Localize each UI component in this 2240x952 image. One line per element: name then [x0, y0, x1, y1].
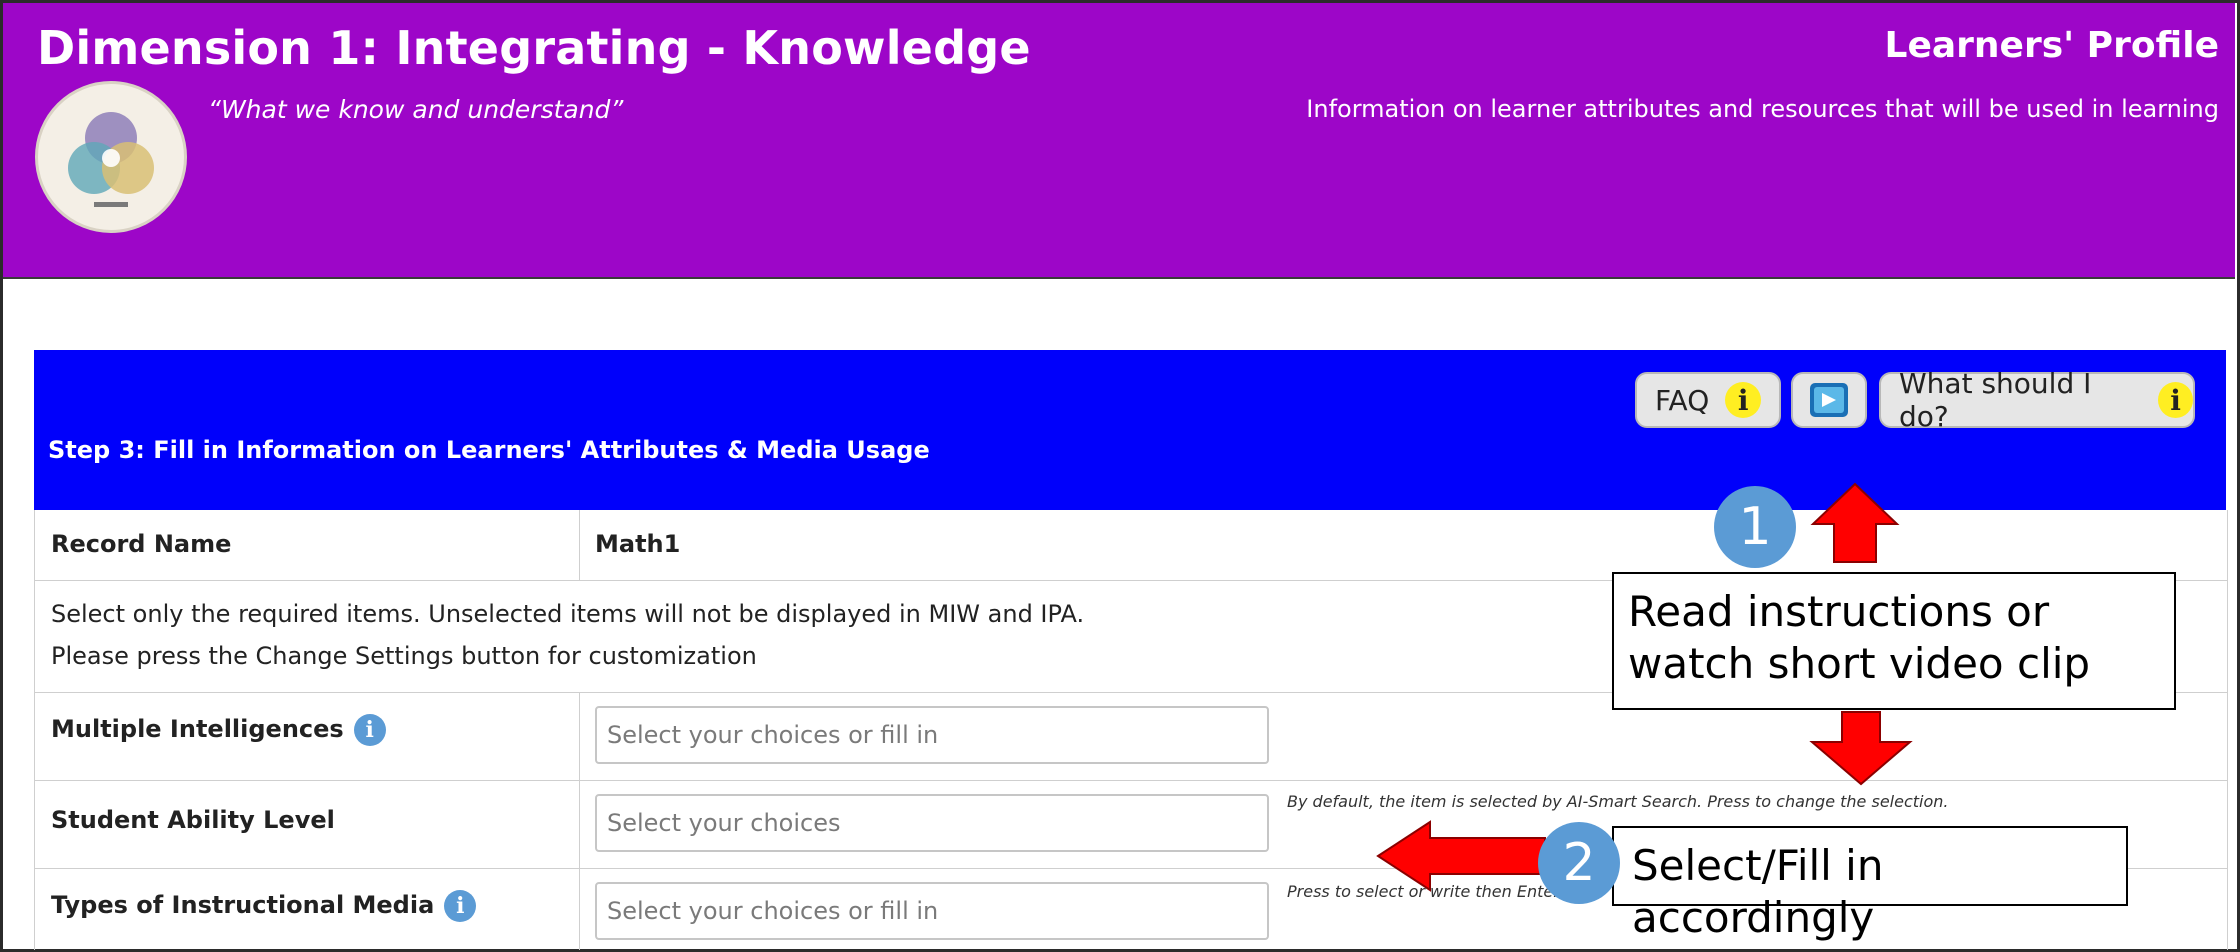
multiple-intelligences-label: Multiple Intelligences i [51, 714, 386, 746]
column-divider [579, 692, 580, 780]
student-ability-label: Student Ability Level [51, 806, 335, 834]
instruction-note-line1: Select only the required items. Unselect… [51, 600, 1085, 628]
faq-button[interactable]: FAQ i [1635, 372, 1781, 428]
tagline: “What we know and understand” [208, 95, 624, 124]
callout-read-instructions: Read instructions or watch short video c… [1612, 572, 2176, 710]
record-name-label: Record Name [51, 530, 232, 558]
what-should-i-do-button[interactable]: What should I do? i [1879, 367, 2195, 433]
video-button[interactable] [1791, 372, 1867, 428]
column-divider [579, 780, 580, 868]
student-ability-hint: By default, the item is selected by AI-S… [1287, 792, 1949, 811]
dimension-title: Dimension 1: Integrating - Knowledge [37, 21, 1031, 75]
profile-title: Learners' Profile [1884, 25, 2220, 66]
record-name-row: Record Name Math1 [35, 510, 2227, 581]
multiple-intelligences-input[interactable] [595, 706, 1269, 764]
header-banner: Dimension 1: Integrating - Knowledge “Wh… [3, 3, 2235, 279]
column-divider [579, 868, 580, 950]
info-icon[interactable]: i [444, 890, 477, 922]
instructional-media-text: Types of Instructional Media [51, 891, 435, 919]
student-ability-input[interactable] [595, 794, 1269, 852]
profile-subtitle: Information on learner attributes and re… [1306, 95, 2219, 123]
instruction-note-line2: Please press the Change Settings button … [51, 642, 757, 670]
step-badge-2: 2 [1538, 822, 1620, 904]
column-divider [579, 510, 580, 580]
what-should-i-do-label: What should I do? [1899, 367, 2092, 433]
step-badge-1: 1 [1714, 486, 1796, 568]
info-icon: i [2158, 382, 2193, 418]
faq-label: FAQ [1655, 383, 1710, 417]
instructional-media-hint: Press to select or write then Enter [1287, 882, 1560, 901]
callout-select-fill: Select/Fill in accordingly [1612, 826, 2128, 942]
step-title: Step 3: Fill in Information on Learners'… [48, 436, 930, 464]
step-bar: Step 3: Fill in Information on Learners'… [34, 350, 2226, 510]
instructional-media-input[interactable] [595, 882, 1269, 940]
multiple-intelligences-text: Multiple Intelligences [51, 715, 344, 743]
video-icon [1810, 383, 1848, 417]
four-dimensional-education-logo [35, 81, 187, 233]
instructional-media-label: Types of Instructional Media i [51, 890, 477, 922]
info-icon[interactable]: i [353, 714, 386, 746]
logo-graphic [41, 87, 181, 227]
record-name-value: Math1 [595, 530, 681, 558]
info-icon: i [1725, 382, 1762, 418]
